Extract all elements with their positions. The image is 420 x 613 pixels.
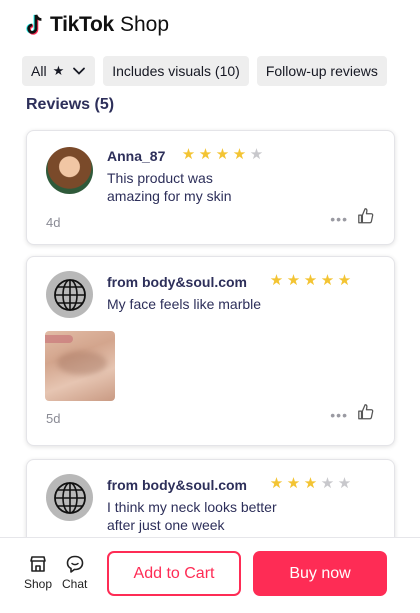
globe-icon (53, 278, 86, 311)
review-text: This product was amazing for my skin (107, 170, 232, 204)
star-icon: ★ (303, 272, 318, 289)
star-icon: ★ (232, 146, 247, 163)
star-rating: ★ ★ ★ ★ ★ (269, 474, 352, 492)
review-author: Anna_87 (107, 148, 166, 164)
review-text: I think my neck looks better after just … (107, 499, 277, 533)
star-rating: ★ ★ ★ ★ ★ (181, 145, 264, 163)
thumbs-up-icon[interactable] (357, 403, 375, 421)
chat-icon (66, 555, 83, 573)
review-card: Anna_87 ★ ★ ★ ★ ★ This product was amazi… (26, 130, 395, 245)
shop-button[interactable]: Shop (24, 554, 52, 591)
star-icon: ★ (286, 475, 301, 492)
buy-now-button[interactable]: Buy now (253, 551, 387, 596)
review-age: 4d (46, 215, 61, 230)
star-icon: ★ (337, 272, 352, 289)
star-icon: ★ (215, 146, 230, 163)
more-options-icon[interactable]: ••• (330, 211, 348, 227)
user-avatar[interactable] (46, 147, 93, 194)
chat-label: Chat (62, 577, 88, 591)
user-avatar[interactable] (46, 474, 93, 521)
brand-name: TikTok (50, 13, 114, 36)
star-icon: ★ (269, 272, 284, 289)
chat-button[interactable]: Chat (62, 554, 87, 591)
tiktok-logo-icon (26, 14, 42, 35)
star-icon: ★ (181, 146, 196, 163)
star-icon: ★ (198, 146, 213, 163)
star-icon: ★ (320, 475, 335, 492)
review-author: from body&soul.com (107, 477, 248, 493)
globe-icon (53, 481, 86, 514)
star-icon: ★ (286, 272, 301, 289)
includes-visuals-label: Includes visuals (10) (112, 63, 240, 79)
review-age: 5d (46, 411, 61, 426)
star-icon: ★ (269, 475, 284, 492)
chevron-down-icon (73, 67, 86, 75)
user-avatar[interactable] (46, 271, 93, 318)
star-rating: ★ ★ ★ ★ ★ (269, 271, 352, 289)
shop-icon (30, 556, 46, 572)
reviews-title: Reviews (5) (26, 96, 115, 113)
follow-up-reviews-filter[interactable]: Follow-up reviews (256, 56, 387, 86)
review-text: My face feels like marble (107, 296, 262, 312)
more-options-icon[interactable]: ••• (330, 407, 348, 423)
app-header: TikTok Shop (24, 10, 169, 40)
brand-suffix: Shop (119, 13, 169, 36)
star-icon: ★ (320, 272, 335, 289)
star-icon: ★ (52, 63, 65, 78)
review-card: from body&soul.com ★ ★ ★ ★ ★ My face fee… (26, 256, 395, 446)
shop-label: Shop (24, 577, 53, 591)
rating-filter-label: All (31, 63, 47, 79)
review-photo[interactable] (45, 331, 115, 401)
filter-bar: All ★ Includes visuals (10) Follow-up re… (22, 56, 387, 86)
star-icon: ★ (249, 146, 264, 163)
follow-up-reviews-label: Follow-up reviews (265, 63, 378, 79)
add-to-cart-button[interactable]: Add to Cart (107, 551, 241, 596)
includes-visuals-filter[interactable]: Includes visuals (10) (103, 56, 249, 86)
bottom-action-bar: Shop Chat Add to Cart Buy now (0, 537, 420, 613)
thumbs-up-icon[interactable] (357, 207, 375, 225)
star-icon: ★ (303, 475, 318, 492)
review-author: from body&soul.com (107, 274, 248, 290)
star-icon: ★ (337, 475, 352, 492)
rating-filter-dropdown[interactable]: All ★ (22, 56, 96, 86)
